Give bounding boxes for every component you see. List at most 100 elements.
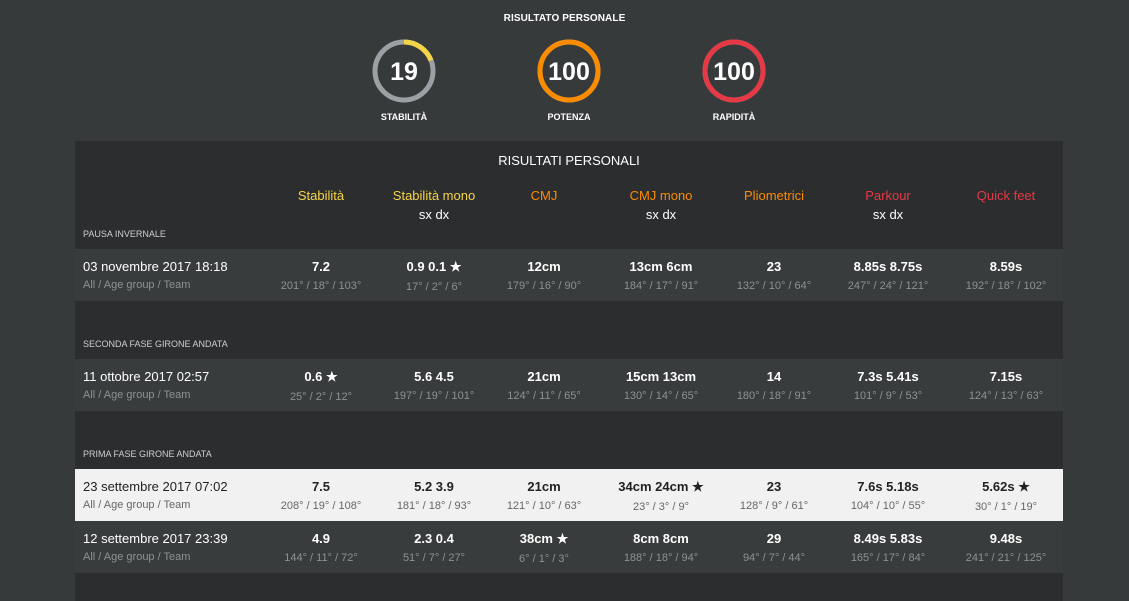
result-cell: 21cm 124° / 11° / 65° [484,369,604,402]
result-rank: 132° / 10° / 64° [736,280,812,292]
result-value: 21cm [527,369,561,384]
table-row[interactable]: 03 novembre 2017 18:18 All / Age group / … [75,249,1063,301]
result-value: 5.62s ★ [982,479,1030,494]
session-date: 23 settembre 2017 07:02 [83,479,228,494]
group-breadcrumb[interactable]: All / Age group / Team [83,551,190,563]
column-header[interactable]: Stabilità mono sx dx [379,186,489,224]
page-title: RISULTATO PERSONALE [503,13,626,24]
result-rank: 184° / 17° / 91° [623,280,699,292]
result-value: 7.2 [311,259,331,274]
result-cell: 5.62s ★ 30° / 1° / 19° [946,479,1066,513]
table-row[interactable]: 11 ottobre 2017 02:57 All / Age group / T… [75,359,1063,411]
result-rank: 181° / 18° / 93° [396,500,472,512]
column-header[interactable]: Parkour sx dx [833,186,943,224]
result-value: 13cm 6cm [629,259,693,274]
result-value: 0.6 ★ [304,369,338,384]
session-date: 11 ottobre 2017 02:57 [83,369,210,384]
result-value: 7.3s 5.41s [857,369,919,384]
gauge-ring: 19 [372,39,436,103]
result-value: 8.49s 5.83s [853,531,923,546]
column-header[interactable]: CMJ mono sx dx [606,186,716,224]
group-breadcrumb[interactable]: All / Age group / Team [83,279,190,291]
result-value: 34cm 24cm ★ [618,479,704,494]
result-cell: 8.85s 8.75s 247° / 24° / 121° [828,259,948,292]
column-sublabel: sx dx [872,207,904,222]
result-cell: 2.3 0.4 51° / 7° / 27° [374,531,494,564]
gauge-1: 19 STABILITÀ [364,36,444,122]
result-cell: 7.2 201° / 18° / 103° [261,259,381,292]
result-cell: 23 128° / 9° / 61° [714,479,834,512]
result-value: 29 [766,531,782,546]
column-sublabel: sx dx [418,207,450,222]
column-header[interactable]: Quick feet [951,186,1061,205]
result-value: 9.48s [989,531,1023,546]
result-rank: 104° / 10° / 55° [850,500,926,512]
column-header[interactable]: CMJ [489,186,599,205]
result-value: 14 [766,369,782,384]
result-rank: 25° / 2° / 12° [289,391,353,403]
result-cell: 8cm 8cm 188° / 18° / 94° [601,531,721,564]
result-rank: 101° / 9° / 53° [853,390,923,402]
result-rank: 51° / 7° / 27° [402,552,466,564]
results-panel: RISULTATI PERSONALI Stabilità Stabilità m… [75,141,1063,601]
result-cell: 23 132° / 10° / 64° [714,259,834,292]
column-sublabel: sx dx [645,207,677,222]
section-title: SECONDA FASE GIRONE ANDATA [83,339,228,349]
result-cell: 7.3s 5.41s 101° / 9° / 53° [828,369,948,402]
result-value: 7.6s 5.18s [857,479,919,494]
group-breadcrumb[interactable]: All / Age group / Team [83,499,190,511]
result-rank: 247° / 24° / 121° [847,280,929,292]
result-rank: 130° / 14° / 65° [623,390,699,402]
result-rank: 241° / 21° / 125° [965,552,1047,564]
result-value: 8cm 8cm [633,531,689,546]
result-value: 7.5 [311,479,331,494]
result-value: 23 [766,259,782,274]
result-rank: 165° / 17° / 84° [850,552,926,564]
result-value: 12cm [527,259,561,274]
column-label: CMJ [530,188,558,203]
result-rank: 23° / 3° / 9° [632,501,689,513]
session-date: 12 settembre 2017 23:39 [83,531,228,546]
result-value: 7.15s [989,369,1023,384]
section-title: PAUSA INVERNALE [83,229,166,239]
result-rank: 94° / 7° / 44° [742,552,806,564]
column-label: Pliometrici [744,188,804,203]
result-rank: 144° / 11° / 72° [284,552,358,564]
session-date: 03 novembre 2017 18:18 [83,259,228,274]
result-rank: 179° / 16° / 90° [506,280,582,292]
column-label: Quick feet [976,188,1036,203]
result-value: 0.9 0.1 ★ [406,259,462,274]
result-cell: 5.6 4.5 197° / 19° / 101° [374,369,494,402]
gauge-label: RAPIDITÀ [712,112,756,122]
result-value: 8.85s 8.75s [853,259,923,274]
gauge-label: POTENZA [547,112,591,122]
result-cell: 7.15s 124° / 13° / 63° [946,369,1066,402]
gauge-ring: 100 [537,39,601,103]
result-value: 21cm [527,479,561,494]
result-value: 2.3 0.4 [414,531,454,546]
result-rank: 124° / 13° / 63° [968,390,1044,402]
column-label: Parkour [865,188,911,203]
result-value: 4.9 [311,531,331,546]
result-rank: 197° / 19° / 101° [393,390,475,402]
result-value: 5.6 4.5 [414,369,454,384]
group-breadcrumb[interactable]: All / Age group / Team [83,389,190,401]
result-value: 15cm 13cm [625,369,697,384]
result-cell: 8.49s 5.83s 165° / 17° / 84° [828,531,948,564]
result-cell: 12cm 179° / 16° / 90° [484,259,604,292]
gauge-value: 100 [548,58,590,86]
column-header[interactable]: Pliometrici [719,186,829,205]
result-rank: 17° / 2° / 6° [405,281,462,293]
column-label: Stabilità mono [392,188,476,203]
gauge-3: 100 RAPIDITÀ [694,36,774,122]
result-cell: 38cm ★ 6° / 1° / 3° [484,531,604,565]
result-cell: 29 94° / 7° / 44° [714,531,834,564]
gauge-2: 100 POTENZA [529,36,609,122]
result-rank: 6° / 1° / 3° [519,553,569,565]
gauge-value: 19 [390,58,418,86]
table-row[interactable]: 12 settembre 2017 23:39 All / Age group /… [75,521,1063,573]
column-header[interactable]: Stabilità [266,186,376,205]
table-row[interactable]: 23 settembre 2017 07:02 All / Age group /… [75,469,1063,521]
result-cell: 21cm 121° / 10° / 63° [484,479,604,512]
result-cell: 15cm 13cm 130° / 14° / 65° [601,369,721,402]
